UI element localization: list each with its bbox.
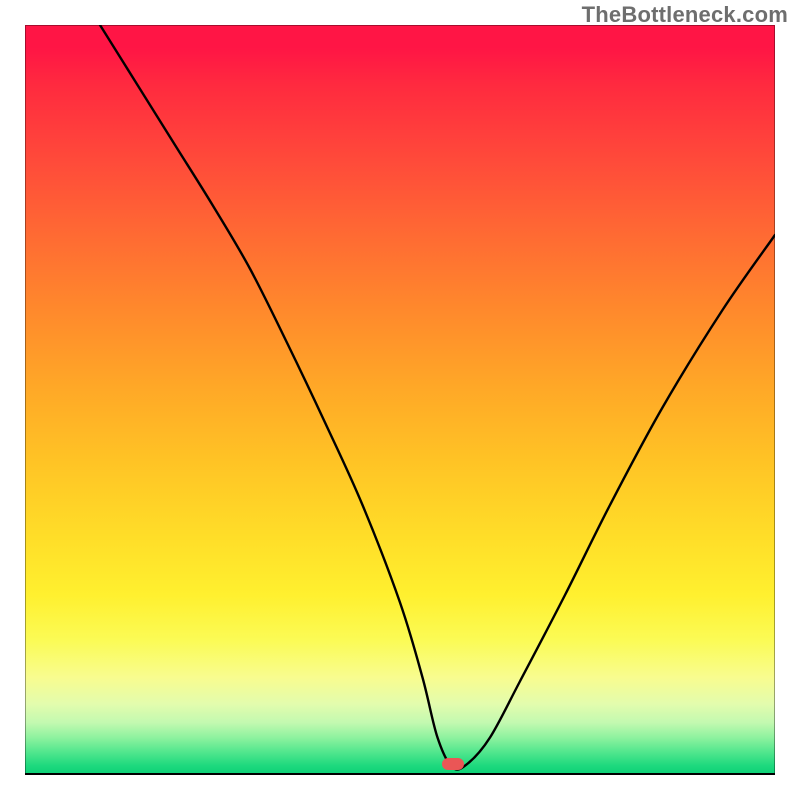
bottleneck-curve-path	[100, 25, 775, 770]
curve-svg	[25, 25, 775, 775]
x-axis-baseline	[25, 773, 775, 775]
chart-container: TheBottleneck.com	[0, 0, 800, 800]
plot-area	[25, 25, 775, 775]
trough-marker	[442, 758, 464, 770]
watermark-text: TheBottleneck.com	[582, 2, 788, 28]
